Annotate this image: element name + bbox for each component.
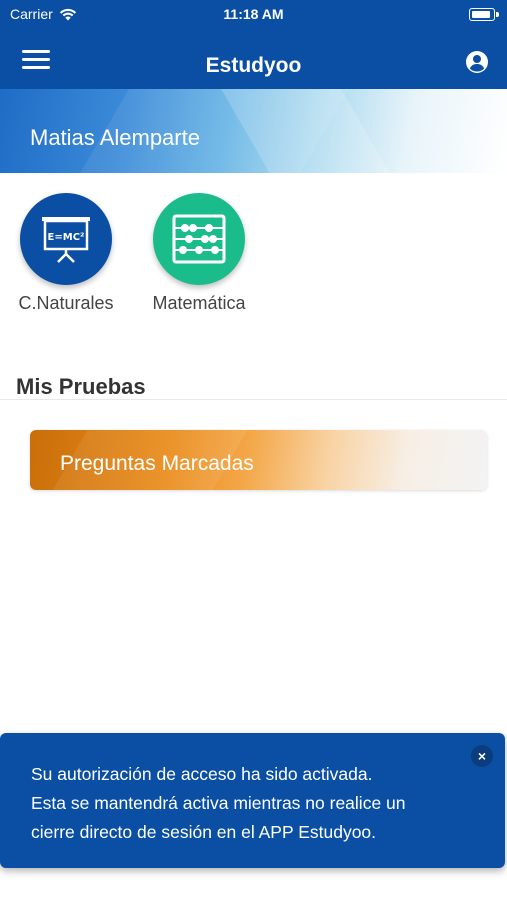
user-name: Matias Alemparte (30, 125, 200, 150)
card-label: Preguntas Marcadas (60, 452, 254, 475)
section-title-mis-pruebas: Mis Pruebas (16, 374, 146, 399)
toast-message: Su autorización de acceso ha sido activa… (31, 760, 471, 847)
divider (0, 399, 507, 400)
nav-bar: Estudyoo (0, 30, 507, 89)
user-account-icon[interactable] (465, 50, 489, 74)
battery-icon (469, 8, 499, 21)
subject-label: Matemática (152, 293, 246, 313)
status-bar: Carrier 11:18 AM (0, 0, 507, 30)
preguntas-marcadas-card[interactable]: Preguntas Marcadas (30, 430, 487, 490)
toast-line: cierre directo de sesión en el APP Estud… (31, 822, 377, 842)
profile-banner: Matias Alemparte (0, 89, 507, 173)
emc2-text: E=MC² (48, 232, 85, 243)
subject-c-naturales[interactable]: E=MC² C.Naturales (6, 193, 126, 314)
subject-label: C.Naturales (18, 293, 114, 313)
clock: 11:18 AM (223, 6, 284, 22)
subject-matematica[interactable]: Matemática (139, 193, 259, 314)
access-notification-toast: Su autorización de acceso ha sido activa… (0, 733, 505, 868)
subject-icon-circle (153, 193, 245, 285)
close-icon[interactable]: × (471, 745, 493, 767)
subject-icon-circle: E=MC² (20, 193, 112, 285)
app-title: Estudyoo (205, 54, 302, 77)
abacus-icon (172, 214, 226, 264)
whiteboard-emc2-icon: E=MC² (42, 217, 90, 263)
toast-line: Su autorización de acceso ha sido activa… (31, 764, 373, 784)
toast-line: Esta se mantendrá activa mientras no rea… (31, 793, 406, 813)
